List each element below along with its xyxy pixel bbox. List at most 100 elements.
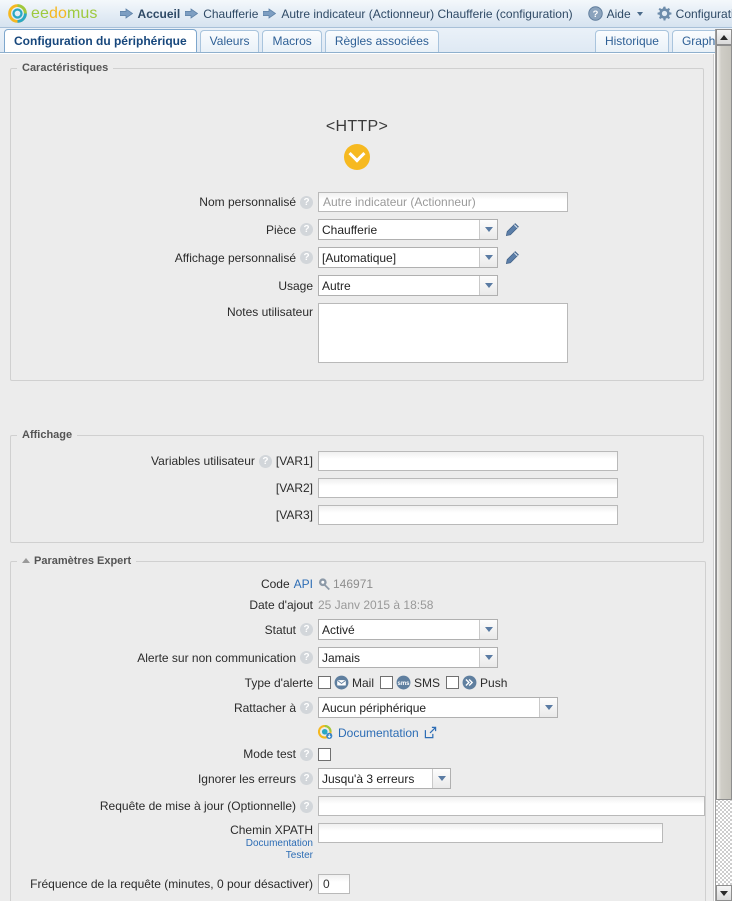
label-text: Statut bbox=[264, 622, 296, 637]
arrow-right-icon bbox=[185, 8, 199, 19]
help-icon[interactable]: ? bbox=[300, 623, 313, 636]
statut-select[interactable]: Activé bbox=[318, 619, 498, 640]
label-requete-mise-a-jour: Requête de mise à jour (Optionnelle) ? bbox=[11, 799, 318, 813]
field-requete-mise-a-jour bbox=[318, 796, 705, 816]
scroll-down-arrow-icon[interactable] bbox=[716, 885, 732, 901]
section-caracteristiques-legend: Caractéristiques bbox=[22, 62, 109, 74]
xpath-tester-link[interactable]: Tester bbox=[286, 850, 313, 862]
ignorer-les-erreurs-select[interactable]: Jusqu'à 3 erreurs bbox=[318, 768, 451, 789]
label-variables-utilisateur: Variables utilisateur ? [VAR1] bbox=[11, 454, 318, 468]
help-icon[interactable]: ? bbox=[300, 651, 313, 664]
label-usage: Usage bbox=[11, 279, 318, 293]
chevron-down-circle-icon[interactable] bbox=[344, 144, 370, 170]
row-date-ajout: Date d'ajout 25 Janv 2015 à 18:58 bbox=[11, 598, 705, 612]
external-link-icon[interactable] bbox=[424, 726, 437, 739]
brand-name-part3: mus bbox=[67, 4, 98, 22]
scrollbar-track[interactable] bbox=[716, 45, 732, 885]
piece-edit-button[interactable] bbox=[504, 222, 520, 238]
legend-text: Paramètres Expert bbox=[34, 555, 132, 567]
label-code-api: Code API bbox=[11, 577, 318, 591]
field-affichage-personnalise: [Automatique] bbox=[318, 247, 520, 268]
row-documentation: Documentation bbox=[11, 725, 705, 740]
piece-select[interactable]: Chaufferie bbox=[318, 219, 498, 240]
field-notes-utilisateur bbox=[318, 303, 568, 363]
key-icon bbox=[318, 577, 332, 591]
label-date-ajout: Date d'ajout bbox=[11, 598, 318, 612]
rattacher-select-wrapper: Aucun périphérique bbox=[318, 697, 558, 718]
help-menu[interactable]: ? Aide bbox=[587, 6, 643, 21]
label-var2: [VAR2] bbox=[11, 481, 318, 495]
section-affichage: Affichage Variables utilisateur ? [VAR1]… bbox=[10, 429, 704, 543]
scrollbar-thumb[interactable] bbox=[716, 45, 732, 800]
rattacher-a-select[interactable]: Aucun périphérique bbox=[318, 697, 558, 718]
var1-input[interactable] bbox=[318, 451, 618, 471]
brand-name: eedomus bbox=[31, 5, 98, 23]
frequence-requete-input[interactable] bbox=[318, 874, 350, 894]
usage-select[interactable]: Autre bbox=[318, 275, 498, 296]
configuration-menu[interactable]: Configuration bbox=[657, 6, 732, 21]
tab-configuration-du-peripherique[interactable]: Configuration du périphérique bbox=[4, 29, 197, 52]
alerte-non-communication-select[interactable]: Jamais bbox=[318, 647, 498, 668]
breadcrumb-item-accueil[interactable]: Accueil bbox=[138, 7, 181, 21]
help-icon[interactable]: ? bbox=[300, 799, 313, 813]
help-icon[interactable]: ? bbox=[300, 701, 313, 714]
help-icon[interactable]: ? bbox=[300, 747, 313, 761]
field-rattacher-a: Aucun périphérique bbox=[318, 697, 558, 718]
eedomus-ring-logo-icon bbox=[8, 4, 27, 23]
help-icon[interactable]: ? bbox=[300, 223, 313, 236]
api-link[interactable]: API bbox=[294, 577, 313, 591]
tab-historique[interactable]: Historique bbox=[594, 30, 669, 52]
label-text: Type d'alerte bbox=[244, 675, 313, 690]
help-icon[interactable]: ? bbox=[300, 195, 313, 209]
scroll-up-arrow-icon[interactable] bbox=[716, 29, 732, 45]
label-text: Pièce bbox=[265, 222, 296, 237]
help-icon[interactable]: ? bbox=[300, 772, 313, 785]
tab-macros[interactable]: Macros bbox=[262, 30, 322, 52]
field-frequence-requete bbox=[318, 874, 350, 894]
push-checkbox[interactable] bbox=[446, 676, 460, 689]
statut-select-wrapper: Activé bbox=[318, 619, 498, 640]
tab-valeurs[interactable]: Valeurs bbox=[199, 30, 260, 52]
requete-mise-a-jour-input[interactable] bbox=[318, 796, 705, 816]
breadcrumb-item-chaufferie[interactable]: Chaufferie bbox=[203, 7, 258, 21]
gear-icon bbox=[657, 6, 672, 21]
breadcrumb-item-device-config[interactable]: Autre indicateur (Actionneur) Chaufferie… bbox=[281, 7, 572, 21]
field-var3 bbox=[318, 505, 618, 525]
question-circle-icon: ? bbox=[587, 6, 603, 21]
tab-group-right: Historique Graphe bbox=[594, 30, 732, 52]
var3-input[interactable] bbox=[318, 505, 618, 525]
notes-utilisateur-textarea[interactable] bbox=[318, 303, 568, 363]
vertical-scrollbar[interactable] bbox=[715, 29, 732, 901]
eedomus-doc-icon bbox=[318, 725, 333, 740]
row-alerte-non-communication: Alerte sur non communication ? Jamais bbox=[11, 647, 705, 668]
row-chemin-xpath: Chemin XPATH Documentation Tester bbox=[11, 823, 705, 862]
date-ajout-value: 25 Janv 2015 à 18:58 bbox=[318, 598, 434, 612]
label-type-alerte: Type d'alerte bbox=[11, 676, 318, 690]
label-rattacher-a: Rattacher à ? bbox=[11, 701, 318, 715]
label-text: Mode test bbox=[243, 747, 296, 761]
sms-checkbox[interactable] bbox=[380, 676, 394, 689]
help-icon[interactable]: ? bbox=[258, 454, 272, 468]
nom-personnalise-input[interactable] bbox=[318, 192, 568, 212]
var2-input[interactable] bbox=[318, 478, 618, 498]
affichage-edit-button[interactable] bbox=[504, 250, 520, 266]
ignorer-select-wrapper: Jusqu'à 3 erreurs bbox=[318, 768, 451, 789]
chemin-xpath-input[interactable] bbox=[318, 823, 663, 843]
help-icon[interactable]: ? bbox=[300, 251, 313, 264]
label-text: Nom personnalisé bbox=[199, 195, 296, 209]
mail-checkbox[interactable] bbox=[318, 676, 331, 689]
tab-bar: Configuration du périphérique Valeurs Ma… bbox=[0, 28, 732, 53]
row-code-api: Code API 146971 bbox=[11, 577, 705, 591]
xpath-documentation-link[interactable]: Documentation bbox=[246, 838, 313, 850]
label-text: Notes utilisateur bbox=[226, 305, 313, 319]
row-type-alerte: Type d'alerte Mail sms SMS Push bbox=[11, 675, 705, 690]
affichage-personnalise-select[interactable]: [Automatique] bbox=[318, 247, 498, 268]
tab-regles-associees[interactable]: Règles associées bbox=[324, 30, 439, 52]
documentation-link[interactable]: Documentation bbox=[338, 726, 419, 740]
field-date-ajout: 25 Janv 2015 à 18:58 bbox=[318, 598, 433, 612]
mode-test-checkbox[interactable] bbox=[318, 747, 331, 761]
collapse-triangle-icon[interactable] bbox=[22, 558, 30, 563]
brand-logo[interactable]: eedomus bbox=[6, 4, 98, 23]
device-header: <HTTP> bbox=[11, 80, 703, 170]
field-mode-test bbox=[318, 747, 331, 761]
